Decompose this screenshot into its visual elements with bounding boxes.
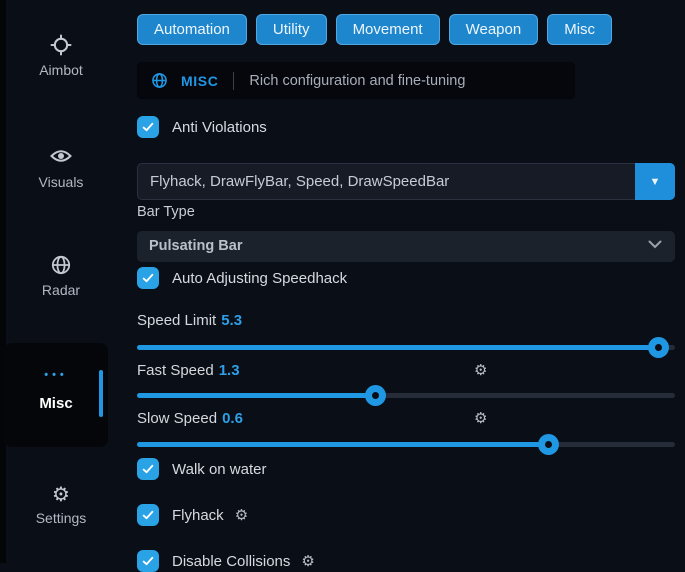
sidebar-item-label: Aimbot: [6, 62, 116, 78]
slider-fill: [137, 393, 376, 398]
slider-label-speed-limit: Speed Limit 5.3: [137, 312, 242, 329]
checkbox-checked-icon[interactable]: [137, 458, 159, 480]
checkbox-row-walk-on-water[interactable]: Walk on water: [137, 458, 266, 480]
sidebar-item-misc-active[interactable]: ••• Misc: [4, 343, 108, 447]
slider-label-fast-speed: Fast Speed 1.3: [137, 362, 240, 379]
sidebar-item-settings[interactable]: ⚙ Settings: [6, 482, 116, 526]
divider: [233, 72, 234, 90]
globe-icon: [151, 72, 168, 89]
fast-speed-slider[interactable]: [137, 385, 675, 406]
checkbox-row-auto-adjusting-speedhack[interactable]: Auto Adjusting Speedhack: [137, 267, 347, 289]
slider-name: Slow Speed: [137, 410, 217, 427]
checkbox-label: Walk on water: [172, 461, 266, 478]
tab-automation[interactable]: Automation: [137, 14, 247, 45]
slow-speed-slider[interactable]: [137, 434, 675, 455]
slider-value: 0.6: [222, 410, 243, 427]
checkbox-label: Anti Violations: [172, 119, 267, 136]
checkbox-row-anti-violations[interactable]: Anti Violations: [137, 116, 267, 138]
crosshair-icon: [6, 34, 116, 58]
slider-label-slow-speed: Slow Speed 0.6: [137, 410, 243, 427]
section-header: MISC Rich configuration and fine-tuning: [137, 62, 575, 99]
tab-misc[interactable]: Misc: [547, 14, 612, 45]
slider-value: 1.3: [219, 362, 240, 379]
slider-name: Fast Speed: [137, 362, 214, 379]
slider-handle[interactable]: [365, 385, 386, 406]
tab-utility[interactable]: Utility: [256, 14, 327, 45]
sidebar-item-label: Visuals: [6, 174, 116, 190]
sidebar-item-label: Misc: [4, 395, 108, 412]
checkbox-label: Flyhack: [172, 507, 224, 524]
chevron-down-icon: [648, 240, 662, 249]
gear-icon[interactable]: ⚙: [474, 409, 487, 427]
sidebar: Aimbot Visuals Radar ••• Misc ⚙ Settings: [6, 0, 130, 563]
checkbox-label: Disable Collisions: [172, 553, 290, 570]
bar-type-label: Bar Type: [137, 204, 195, 220]
checkbox-label: Auto Adjusting Speedhack: [172, 270, 347, 287]
checkbox-row-flyhack[interactable]: Flyhack ⚙: [137, 504, 248, 526]
checkbox-checked-icon[interactable]: [137, 116, 159, 138]
tab-weapon[interactable]: Weapon: [449, 14, 539, 45]
slider-name: Speed Limit: [137, 312, 216, 329]
checkbox-checked-icon[interactable]: [137, 504, 159, 526]
gear-icon[interactable]: ⚙: [301, 552, 314, 570]
section-title: MISC: [181, 73, 218, 89]
main-panel: Automation Utility Movement Weapon Misc …: [137, 0, 675, 563]
checkbox-row-disable-collisions[interactable]: Disable Collisions ⚙: [137, 550, 315, 572]
anti-violation-multiselect[interactable]: Flyhack, DrawFlyBar, Speed, DrawSpeedBar…: [137, 163, 675, 200]
tab-movement[interactable]: Movement: [336, 14, 440, 45]
sidebar-item-visuals[interactable]: Visuals: [6, 146, 116, 190]
checkbox-checked-icon[interactable]: [137, 550, 159, 572]
sidebar-item-label: Radar: [6, 282, 116, 298]
slider-fill: [137, 345, 659, 350]
ellipsis-icon: •••: [4, 369, 108, 381]
gear-icon: ⚙: [6, 482, 116, 506]
multiselect-dropdown-button[interactable]: ▼: [635, 163, 675, 200]
sidebar-item-label: Settings: [6, 510, 116, 526]
active-indicator-bar: [99, 370, 103, 417]
triangle-down-icon: ▼: [650, 176, 661, 188]
slider-value: 5.3: [221, 312, 242, 329]
globe-icon: [6, 254, 116, 278]
gear-icon[interactable]: ⚙: [235, 506, 248, 524]
bar-type-select[interactable]: Pulsating Bar: [137, 231, 675, 262]
category-tabs: Automation Utility Movement Weapon Misc: [137, 14, 612, 45]
speed-limit-slider[interactable]: [137, 337, 675, 358]
slider-handle[interactable]: [538, 434, 559, 455]
sidebar-item-aimbot[interactable]: Aimbot: [6, 34, 116, 78]
checkbox-checked-icon[interactable]: [137, 267, 159, 289]
eye-icon: [6, 146, 116, 170]
multiselect-value: Flyhack, DrawFlyBar, Speed, DrawSpeedBar: [150, 164, 449, 199]
section-subtitle: Rich configuration and fine-tuning: [249, 73, 465, 89]
slider-fill: [137, 442, 549, 447]
sidebar-item-radar[interactable]: Radar: [6, 254, 116, 298]
slider-handle[interactable]: [648, 337, 669, 358]
bar-type-value: Pulsating Bar: [149, 231, 242, 262]
gear-icon[interactable]: ⚙: [474, 361, 487, 379]
